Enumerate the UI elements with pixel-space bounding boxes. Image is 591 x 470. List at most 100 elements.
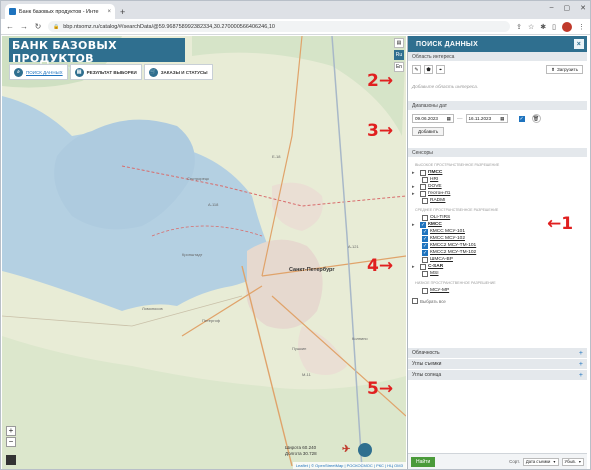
sensor-checkbox[interactable] (422, 214, 428, 221)
folder-icon[interactable]: ▸ (412, 222, 418, 228)
sensor-checkbox[interactable] (422, 235, 428, 242)
sensor-checkbox[interactable] (422, 197, 428, 204)
folder-icon[interactable]: ▸ (412, 191, 418, 197)
expand-plus-icon[interactable]: + (579, 350, 583, 357)
browser-tab[interactable]: Банк базовых продуктов - Инте × (5, 4, 115, 19)
sensor-checkbox[interactable] (422, 176, 428, 183)
sensor-name[interactable]: КМСС2 МСУ-ТМ-101 (430, 243, 476, 248)
zoom-in-button[interactable]: + (6, 426, 16, 436)
sensor-row[interactable]: КМСС МСУ-102 (412, 235, 583, 242)
select-all-checkbox[interactable] (412, 298, 418, 304)
map-attribution[interactable]: Leaflet | © OpenStreetMap | РОСКОСМОС | … (292, 462, 406, 469)
nav-orders[interactable]: 🛒 ЗАКАЗЫ И СТАТУСЫ (143, 64, 213, 80)
forward-icon[interactable]: → (20, 22, 28, 31)
maximize-button[interactable]: ▢ (564, 4, 571, 12)
sun-angles-section[interactable]: Углы солнца + (408, 369, 587, 380)
sensor-name[interactable]: C-SAR (428, 264, 443, 269)
dates-section-header[interactable]: Диапазоны дат (408, 101, 587, 110)
sensor-row[interactable]: ▸ Геотон-Л1 (412, 190, 583, 197)
date-to-field[interactable]: 16.11.2023 ▦ (465, 114, 508, 123)
reload-icon[interactable]: ↻ (34, 22, 42, 31)
sensor-name[interactable]: HRI (430, 177, 438, 182)
minimize-button[interactable]: – (550, 4, 554, 12)
sensor-row[interactable]: ШМСА-ВР (412, 256, 583, 263)
sidebar-icon[interactable]: ▯ (552, 23, 556, 31)
draw-line-icon[interactable]: ✎ (412, 65, 421, 74)
find-button[interactable]: Найти (411, 456, 436, 467)
sensor-row[interactable]: КМСС2 МСУ-ТМ-102 (412, 249, 583, 256)
sensor-checkbox[interactable] (420, 169, 426, 176)
date-from-field[interactable]: 09.06.2023 ▦ (412, 114, 454, 123)
sensor-checkbox[interactable] (422, 228, 428, 235)
sensors-section-header[interactable]: Сенсоры (408, 148, 587, 157)
sensor-name[interactable]: DOVE (428, 184, 442, 189)
calendar-icon[interactable]: ▦ (447, 116, 451, 122)
sensor-checkbox[interactable] (420, 183, 426, 190)
bookmark-star-icon[interactable]: ☆ (528, 23, 534, 31)
sensor-name[interactable]: RADMI (430, 198, 445, 203)
nav-search-data[interactable]: ⌕ ПОИСК ДАННЫХ (9, 64, 68, 80)
address-bar[interactable]: 🔒 bbp.ntsomz.ru/catalog/#/searchData/@59… (48, 21, 511, 32)
share-icon[interactable]: ⇪ (516, 23, 522, 31)
sensor-name[interactable]: КМСС МСУ-101 (430, 229, 465, 234)
nav-selection-results[interactable]: ▤ РЕЗУЛЬТАТ ВЫБОРКИ (69, 64, 142, 80)
sensor-checkbox[interactable] (420, 263, 426, 270)
sensor-name[interactable]: КМСС (428, 222, 442, 227)
sensor-row[interactable]: ▸ DOVE (412, 183, 583, 190)
sensor-checkbox[interactable] (422, 242, 428, 249)
expand-plus-icon[interactable]: + (579, 361, 583, 368)
site-logo[interactable]: БАНК БАЗОВЫХ ПРОДУКТОВ ГЕОЗАЩИЩЕННЫЕ ПРО… (9, 38, 185, 71)
sensor-row[interactable]: ▸ C-SAR (412, 263, 583, 270)
sensor-name[interactable]: OLI-TIRS (430, 215, 450, 220)
sensor-name[interactable]: ПМСС (428, 170, 442, 175)
lang-ru-button[interactable]: Ru (394, 50, 404, 60)
draw-polygon-icon[interactable]: ⬟ (424, 65, 433, 74)
upload-button[interactable]: ⬆ Загрузить (546, 65, 583, 74)
sensor-checkbox[interactable] (422, 287, 428, 294)
date-range-checkbox[interactable] (518, 115, 525, 122)
place-marker-icon[interactable]: ⌖ (436, 65, 445, 74)
layers-button[interactable]: ▤ (394, 38, 404, 48)
tab-close-icon[interactable]: × (107, 9, 111, 15)
folder-icon[interactable]: ▸ (412, 170, 418, 176)
sensor-name[interactable]: Геотон-Л1 (428, 191, 450, 196)
close-window-button[interactable]: ✕ (580, 4, 586, 12)
profile-avatar[interactable] (562, 21, 572, 32)
sensor-checkbox[interactable] (422, 270, 428, 277)
sort-field-select[interactable]: Дата съемки ▾ (522, 457, 559, 466)
add-date-range-button[interactable]: Добавить (412, 127, 445, 136)
new-tab-button[interactable]: + (120, 7, 125, 17)
area-section-header[interactable]: Область интереса (408, 52, 587, 61)
shooting-angles-section[interactable]: Углы съемки + (408, 358, 587, 369)
sensor-name[interactable]: MSI (430, 271, 439, 276)
lang-en-button[interactable]: En (394, 62, 404, 72)
sensor-checkbox[interactable] (420, 190, 426, 197)
sensor-name[interactable]: КМСС МСУ-102 (430, 236, 465, 241)
sensor-checkbox[interactable] (422, 249, 428, 256)
sensor-row[interactable]: МСУ-МР (412, 287, 583, 294)
cloudiness-section[interactable]: Облачность + (408, 347, 587, 358)
sensor-checkbox[interactable] (422, 256, 428, 263)
expand-plus-icon[interactable]: + (579, 372, 583, 379)
folder-icon[interactable]: ▸ (412, 184, 418, 190)
sensor-name[interactable]: ШМСА-ВР (430, 257, 453, 262)
sensor-row[interactable]: HRI (412, 176, 583, 183)
sensor-checkbox[interactable] (420, 221, 426, 228)
sensor-name[interactable]: КМСС2 МСУ-ТМ-102 (430, 250, 476, 255)
zoom-out-button[interactable]: − (6, 437, 16, 447)
calendar-icon[interactable]: ▦ (500, 116, 504, 122)
extensions-icon[interactable]: ✱ (540, 23, 546, 31)
sort-order-select[interactable]: Убыв. ▾ (561, 457, 584, 466)
basemap-switch-button[interactable] (6, 455, 16, 465)
sensor-row[interactable]: КМСС2 МСУ-ТМ-101 (412, 242, 583, 249)
sensor-row[interactable]: MSI (412, 270, 583, 277)
sensor-row[interactable]: RADMI (412, 197, 583, 204)
back-icon[interactable]: ← (6, 22, 14, 31)
panel-close-button[interactable]: × (574, 39, 584, 49)
map-view[interactable]: БАНК БАЗОВЫХ ПРОДУКТОВ ГЕОЗАЩИЩЕННЫЕ ПРО… (2, 36, 406, 469)
browser-menu-icon[interactable]: ⋮ (578, 23, 585, 31)
delete-range-icon[interactable]: 🗑 (531, 114, 541, 123)
sensor-name[interactable]: МСУ-МР (430, 288, 449, 293)
sensor-row[interactable]: ▸ ПМСС (412, 169, 583, 176)
folder-icon[interactable]: ▸ (412, 264, 418, 270)
